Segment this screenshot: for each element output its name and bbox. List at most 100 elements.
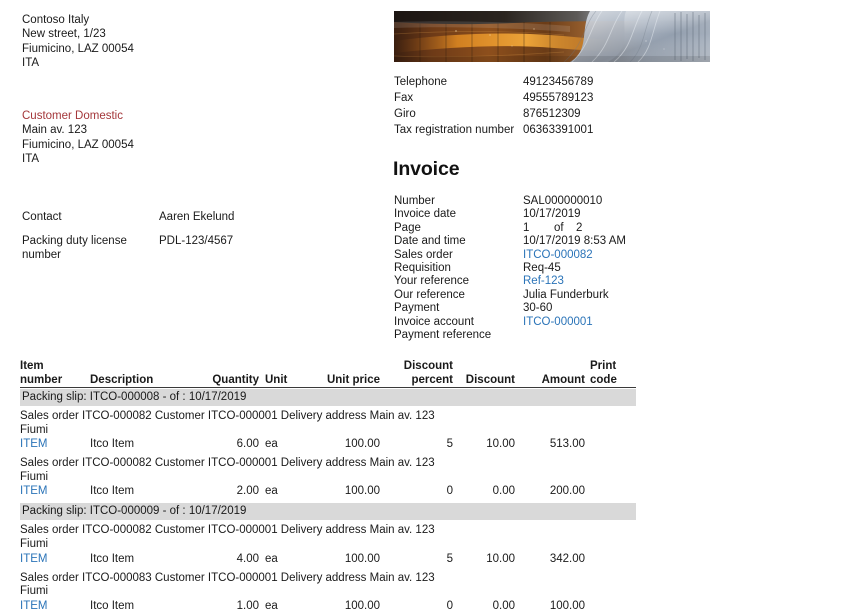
invoice-title: Invoice: [393, 158, 460, 180]
tax-registration-value: 06363391001: [523, 124, 594, 136]
fax-label: Fax: [394, 92, 414, 104]
item-unit-price: 100.00: [344, 438, 380, 451]
datetime-value: 10/17/2019 8:53 AM: [523, 235, 626, 248]
packing-duty-license-label: Packing duty license number: [22, 234, 152, 263]
sender-address-line: New street, 1/23: [22, 28, 106, 41]
invoice-date-label: Invoice date: [394, 208, 457, 221]
line-context-line1: Sales order ITCO-000082 Customer ITCO-00…: [20, 524, 435, 537]
customer-name: Customer Domestic: [22, 110, 123, 122]
table-row[interactable]: ITEM Itco Item 4.00 ea 100.00 5 10.00 34…: [20, 552, 636, 568]
line-context-line2: Fiumi: [20, 585, 49, 598]
datetime-label: Date and time: [394, 235, 466, 248]
col-header-item-number: Item number: [20, 360, 90, 387]
packing-duty-license-label-line1: Packing duty license: [22, 235, 127, 247]
sales-order-link[interactable]: ITCO-000082: [523, 249, 593, 262]
your-reference-link[interactable]: Ref-123: [523, 275, 564, 288]
page-label: Page: [394, 221, 421, 234]
page-current: 1: [523, 221, 530, 234]
item-unit-price: 100.00: [344, 485, 380, 498]
packing-duty-license-label-line2: number: [22, 249, 61, 262]
page-of-text: of: [554, 221, 564, 234]
giro-label: Giro: [394, 108, 416, 120]
line-context-line1: Sales order ITCO-000083 Customer ITCO-00…: [20, 571, 435, 584]
sales-order-label: Sales order: [394, 248, 453, 261]
sender-address-line: Contoso Italy: [22, 14, 90, 26]
customer-address-line: ITA: [22, 152, 40, 165]
payment-label: Payment: [394, 302, 440, 315]
item-discount: 0.00: [492, 485, 515, 498]
contact-label: Contact: [22, 211, 62, 223]
table-row[interactable]: ITEM Itco Item 1.00 ea 100.00 0 0.00 100…: [20, 599, 636, 615]
contact-row: Contact Aaren Ekelund: [22, 210, 342, 226]
payment-value: 30-60: [523, 302, 553, 315]
item-unit: ea: [265, 552, 278, 565]
our-reference-label: Our reference: [394, 288, 465, 301]
item-number-link[interactable]: ITEM: [20, 599, 90, 614]
table-row[interactable]: ITEM Itco Item 2.00 ea 100.00 0 0.00 200…: [20, 484, 636, 500]
col-header-print-code: Print code: [590, 360, 636, 387]
our-reference-value: Julia Funderburk: [523, 288, 609, 301]
giro-value: 876512309: [523, 108, 581, 120]
customer-address-block: Customer Domestic Main av. 123 Fiumicino…: [22, 109, 134, 166]
line-items-table: Item number Description Quantity Unit Un…: [20, 360, 636, 615]
col-header-amount: Amount: [541, 373, 585, 386]
table-header-row: Item number Description Quantity Unit Un…: [20, 360, 636, 388]
item-unit: ea: [265, 599, 278, 612]
item-discount-percent: 0: [446, 599, 453, 612]
col-header-item-number-line1: Item: [20, 360, 44, 372]
sender-address-line: Fiumicino, LAZ 00054: [22, 42, 134, 55]
col-header-discount-percent: Discount percent: [390, 360, 453, 387]
sender-address-line: ITA: [22, 56, 40, 69]
col-header-item-number-line2: number: [20, 373, 63, 386]
line-context: Sales order ITCO-000083 Customer ITCO-00…: [20, 568, 636, 599]
line-context-line1: Sales order ITCO-000082 Customer ITCO-00…: [20, 457, 435, 470]
invoice-account-link[interactable]: ITCO-000001: [523, 316, 593, 329]
col-header-unit-price: Unit price: [326, 373, 380, 386]
packing-duty-license-row: Packing duty license number PDL-123/4567: [22, 234, 342, 264]
payment-reference-label: Payment reference: [394, 328, 492, 341]
packing-duty-license-value: PDL-123/4567: [159, 235, 234, 247]
col-header-discount-percent-line2: percent: [411, 373, 453, 386]
item-amount: 200.00: [549, 485, 585, 498]
item-number-link[interactable]: ITEM: [20, 437, 90, 452]
table-header-rule: [20, 387, 636, 388]
item-discount: 10.00: [486, 438, 515, 451]
invoice-account-label: Invoice account: [394, 315, 474, 328]
invoice-page: Contoso Italy New street, 1/23 Fiumicino…: [0, 0, 856, 614]
requisition-label: Requisition: [394, 261, 451, 274]
item-discount-percent: 0: [446, 485, 453, 498]
customer-address-line: Main av. 123: [22, 124, 87, 137]
telephone-value: 49123456789: [523, 76, 594, 88]
header-banner-image: [394, 11, 710, 62]
packing-slip-band-text: Packing slip: ITCO-000009 - of : 10/17/2…: [22, 505, 247, 518]
item-quantity: 4.00: [236, 552, 259, 565]
contact-value: Aaren Ekelund: [159, 211, 235, 223]
item-unit: ea: [265, 438, 278, 451]
col-header-discount: Discount: [465, 373, 515, 386]
item-discount: 0.00: [492, 599, 515, 612]
requisition-value: Req-45: [523, 261, 561, 274]
sender-address-block: Contoso Italy New street, 1/23 Fiumicino…: [22, 13, 134, 70]
invoice-number-value: SAL000000010: [523, 195, 603, 207]
item-unit: ea: [265, 485, 278, 498]
tax-registration-label: Tax registration number: [394, 124, 515, 136]
invoice-number-label: Number: [394, 195, 435, 207]
table-row[interactable]: ITEM Itco Item 6.00 ea 100.00 5 10.00 51…: [20, 437, 636, 453]
item-discount-percent: 5: [446, 438, 453, 451]
col-header-print-code-line1: Print: [590, 360, 617, 372]
item-discount: 10.00: [486, 552, 515, 565]
invoice-date-value: 10/17/2019: [523, 208, 581, 221]
line-context-line2: Fiumi: [20, 470, 49, 483]
packing-slip-band: Packing slip: ITCO-000009 - of : 10/17/2…: [20, 503, 636, 521]
item-number-link[interactable]: ITEM: [20, 552, 90, 567]
item-number-link[interactable]: ITEM: [20, 484, 90, 499]
item-amount: 342.00: [549, 552, 585, 565]
telephone-label: Telephone: [394, 76, 448, 88]
item-quantity: 1.00: [236, 599, 259, 612]
item-quantity: 2.00: [236, 485, 259, 498]
your-reference-label: Your reference: [394, 275, 470, 288]
line-context: Sales order ITCO-000082 Customer ITCO-00…: [20, 520, 636, 551]
fax-value: 49555789123: [523, 92, 594, 104]
item-amount: 100.00: [549, 599, 585, 612]
col-header-unit: Unit: [265, 373, 288, 386]
